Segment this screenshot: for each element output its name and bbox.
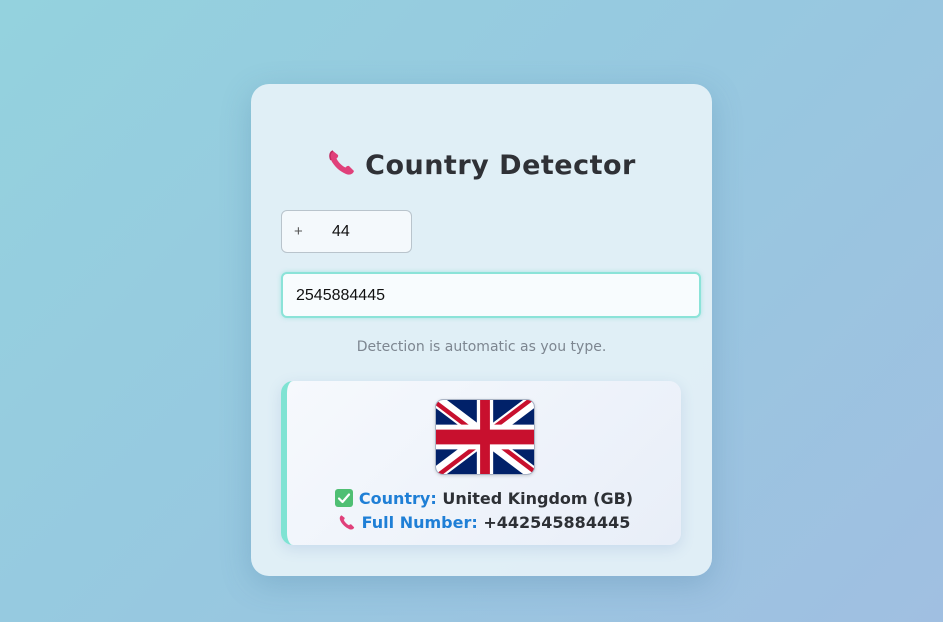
detector-card: Country Detector + Detection is automati… xyxy=(251,84,712,576)
full-number-value: +442545884445 xyxy=(483,513,631,532)
check-icon xyxy=(334,489,353,507)
phone-icon xyxy=(339,515,354,530)
phone-icon xyxy=(327,148,357,183)
country-code-input[interactable] xyxy=(332,219,402,245)
country-code-field[interactable]: + xyxy=(281,210,412,253)
result-panel: Country: United Kingdom (GB) Full Number… xyxy=(281,381,681,545)
phone-number-field[interactable] xyxy=(281,272,701,318)
united-kingdom-flag-icon xyxy=(435,399,535,475)
full-number-label: Full Number: xyxy=(361,513,478,532)
phone-number-input[interactable] xyxy=(296,283,676,309)
title-text: Country Detector xyxy=(365,150,636,181)
country-row: Country: United Kingdom (GB) xyxy=(287,489,681,508)
country-value: United Kingdom (GB) xyxy=(442,489,634,508)
page-title: Country Detector xyxy=(251,148,712,183)
country-label: Country: xyxy=(358,489,437,508)
plus-prefix: + xyxy=(294,223,303,240)
full-number-row: Full Number: +442545884445 xyxy=(287,513,681,532)
detection-hint: Detection is automatic as you type. xyxy=(356,339,607,355)
